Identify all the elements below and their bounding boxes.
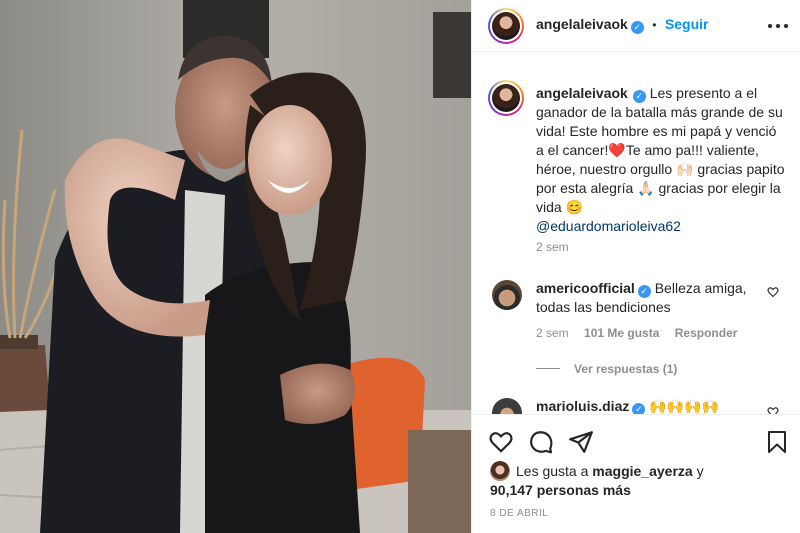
like-heart-icon[interactable] [488, 429, 514, 455]
post-date[interactable]: 8 DE ABRIL [490, 508, 548, 519]
replies-line [536, 368, 560, 370]
comment-time[interactable]: 2 sem [536, 326, 569, 340]
heart-icon[interactable] [767, 286, 779, 298]
heart-emoji: ❤️ [608, 142, 626, 158]
caption: angelaleivaok ✓ Les presento a el ganador… [536, 84, 786, 236]
caption-time[interactable]: 2 sem [536, 240, 569, 254]
photo-illustration [0, 0, 471, 533]
commenter-avatar[interactable] [492, 398, 522, 414]
likes-summary: Les gusta a maggie_ayerza y [516, 462, 800, 480]
reply-button[interactable]: Responder [675, 326, 738, 340]
comment: marioluis.diaz ✓ 🙌🙌🙌🙌 [536, 397, 756, 414]
author-avatar[interactable] [488, 8, 524, 44]
liker-avatar[interactable] [490, 461, 510, 481]
raised-hands-emoji: 🙌🏻 [676, 161, 694, 177]
post-header: angelaleivaok ✓ • Seguir [472, 0, 800, 52]
comment: americoofficial ✓ Belleza amiga, todas la… [536, 279, 756, 317]
caption-mention[interactable]: @eduardomarioleiva62 [536, 218, 681, 234]
share-icon[interactable] [568, 429, 594, 455]
verified-icon: ✓ [632, 90, 646, 103]
caption-avatar[interactable] [488, 80, 524, 116]
post-photo[interactable] [0, 0, 471, 533]
likes-prefix: Les gusta a [516, 463, 593, 479]
comment-meta: 2 sem 101 Me gusta Responder [536, 326, 737, 340]
follow-button[interactable]: Seguir [665, 16, 709, 32]
comment-username[interactable]: americoofficial [536, 280, 635, 296]
post-actions: Les gusta a maggie_ayerza y 90,147 perso… [472, 414, 800, 533]
liker-username[interactable]: maggie_ayerza [592, 463, 692, 479]
comment-username[interactable]: marioluis.diaz [536, 398, 629, 414]
bookmark-icon[interactable] [765, 429, 789, 455]
praying-hands-emoji: 🙏🏻 [637, 180, 655, 196]
more-icon[interactable] [767, 12, 789, 35]
commenter-avatar[interactable] [492, 280, 522, 310]
comment-icon[interactable] [528, 429, 554, 455]
heart-icon[interactable] [767, 406, 779, 414]
smile-emoji: 😊 [565, 199, 584, 215]
comments-area[interactable]: angelaleivaok ✓ Les presento a el ganador… [472, 52, 800, 414]
comment-likes[interactable]: 101 Me gusta [584, 326, 659, 340]
instagram-post: angelaleivaok ✓ • Seguir angelaleivaok ✓ L… [0, 0, 800, 533]
verified-icon: ✓ [632, 403, 646, 414]
comment-text: 🙌🙌🙌🙌 [649, 398, 719, 414]
likes-connector: y [692, 463, 704, 479]
author-username[interactable]: angelaleivaok [536, 16, 628, 32]
verified-icon: ✓ [630, 21, 644, 34]
post-panel: angelaleivaok ✓ • Seguir angelaleivaok ✓ L… [471, 0, 800, 533]
caption-username[interactable]: angelaleivaok [536, 85, 628, 101]
verified-icon: ✓ [637, 285, 651, 298]
view-replies[interactable]: Ver respuestas (1) [536, 360, 677, 378]
likes-count[interactable]: 90,147 personas más [490, 481, 780, 499]
separator-dot: • [652, 18, 657, 32]
view-replies-label[interactable]: Ver respuestas (1) [574, 362, 677, 376]
